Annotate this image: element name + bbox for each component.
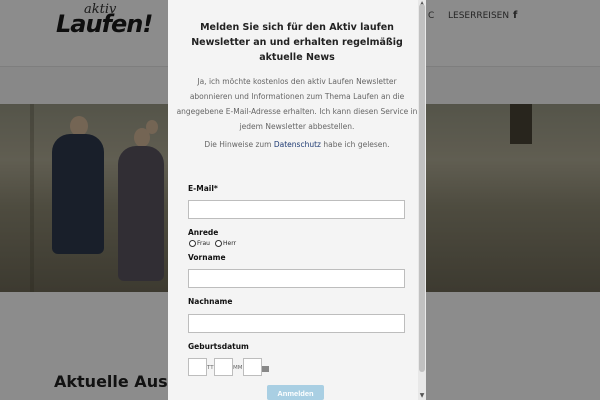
birthdate-month-field[interactable] <box>214 358 233 376</box>
salutation-frau-label: Frau <box>197 240 210 247</box>
salutation-herr-label: Herr <box>223 240 237 247</box>
birthdate-year-field[interactable] <box>243 358 262 376</box>
page: aktiv Laufen! C LESERREISEN f Aktuelle A… <box>0 0 600 400</box>
newsletter-modal: Melden Sie sich für den Aktiv laufen New… <box>168 0 426 400</box>
birthdate-label: Geburtsdatum <box>188 342 249 351</box>
birthdate-day-field[interactable] <box>188 358 207 376</box>
salutation-herr-radio[interactable] <box>215 240 222 247</box>
firstname-label: Vorname <box>188 253 226 262</box>
calendar-icon[interactable] <box>262 366 269 372</box>
scrollbar-thumb[interactable] <box>419 4 425 372</box>
lastname-label: Nachname <box>188 297 233 306</box>
privacy-link[interactable]: Datenschutz <box>274 140 321 149</box>
birthdate-month-hint: MM <box>233 365 243 371</box>
email-label: E-Mail* <box>188 184 218 193</box>
firstname-field[interactable] <box>188 269 405 288</box>
modal-scrollbar[interactable]: ▲ ▼ <box>418 0 426 400</box>
salutation-frau-radio[interactable] <box>189 240 196 247</box>
birthdate-day-hint: TT <box>207 365 214 371</box>
subscribe-button[interactable]: Anmelden <box>267 385 324 400</box>
email-field[interactable] <box>188 200 405 219</box>
privacy-note: Die Hinweise zum Datenschutz habe ich ge… <box>176 140 418 149</box>
lastname-field[interactable] <box>188 314 405 333</box>
privacy-suffix: habe ich gelesen. <box>320 140 390 149</box>
modal-title: Melden Sie sich für den Aktiv laufen New… <box>191 22 403 63</box>
consent-text: Ja, ich möchte kostenlos den aktiv Laufe… <box>176 77 418 131</box>
privacy-prefix: Die Hinweise zum <box>204 140 274 149</box>
scroll-down-icon[interactable]: ▼ <box>418 392 426 400</box>
salutation-label: Anrede <box>188 228 219 237</box>
